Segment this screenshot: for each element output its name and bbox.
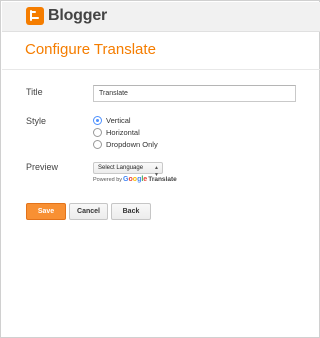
style-option-horizontal[interactable]: Horizontal: [93, 126, 140, 138]
powered-by-text: Powered by: [93, 177, 123, 183]
language-select-value: Select Language: [98, 165, 144, 171]
radio-button[interactable]: [93, 139, 102, 149]
back-button[interactable]: Back: [111, 203, 151, 220]
title-label: Title: [26, 87, 43, 97]
style-label: Style: [26, 116, 47, 126]
title-input[interactable]: [93, 85, 296, 102]
save-button[interactable]: Save: [26, 203, 66, 220]
radio-button[interactable]: [93, 127, 102, 137]
radio-label: Dropdown Only: [106, 139, 158, 149]
blogger-logo-icon: [26, 7, 44, 25]
style-option-vertical[interactable]: Vertical: [93, 114, 131, 126]
translate-word: Translate: [148, 176, 177, 183]
radio-button[interactable]: [93, 115, 102, 125]
divider: [2, 69, 320, 70]
top-bar: Blogger: [2, 2, 320, 32]
preview-label: Preview: [26, 162, 59, 172]
powered-by-google-translate: Powered by Google Translate: [93, 176, 177, 183]
cancel-button[interactable]: Cancel: [69, 203, 108, 220]
google-letter: e: [143, 176, 148, 183]
radio-label: Vertical: [106, 115, 131, 125]
radio-label: Horizontal: [106, 127, 140, 137]
page-title: Configure Translate: [25, 41, 156, 58]
language-select[interactable]: Select Language ▲ ▼: [93, 162, 163, 178]
widget-config-window: Blogger Configure Translate Title Style …: [0, 0, 320, 338]
style-option-dropdown-only[interactable]: Dropdown Only: [93, 138, 158, 150]
brand-name: Blogger: [48, 7, 108, 24]
google-logo: Google: [123, 176, 147, 183]
